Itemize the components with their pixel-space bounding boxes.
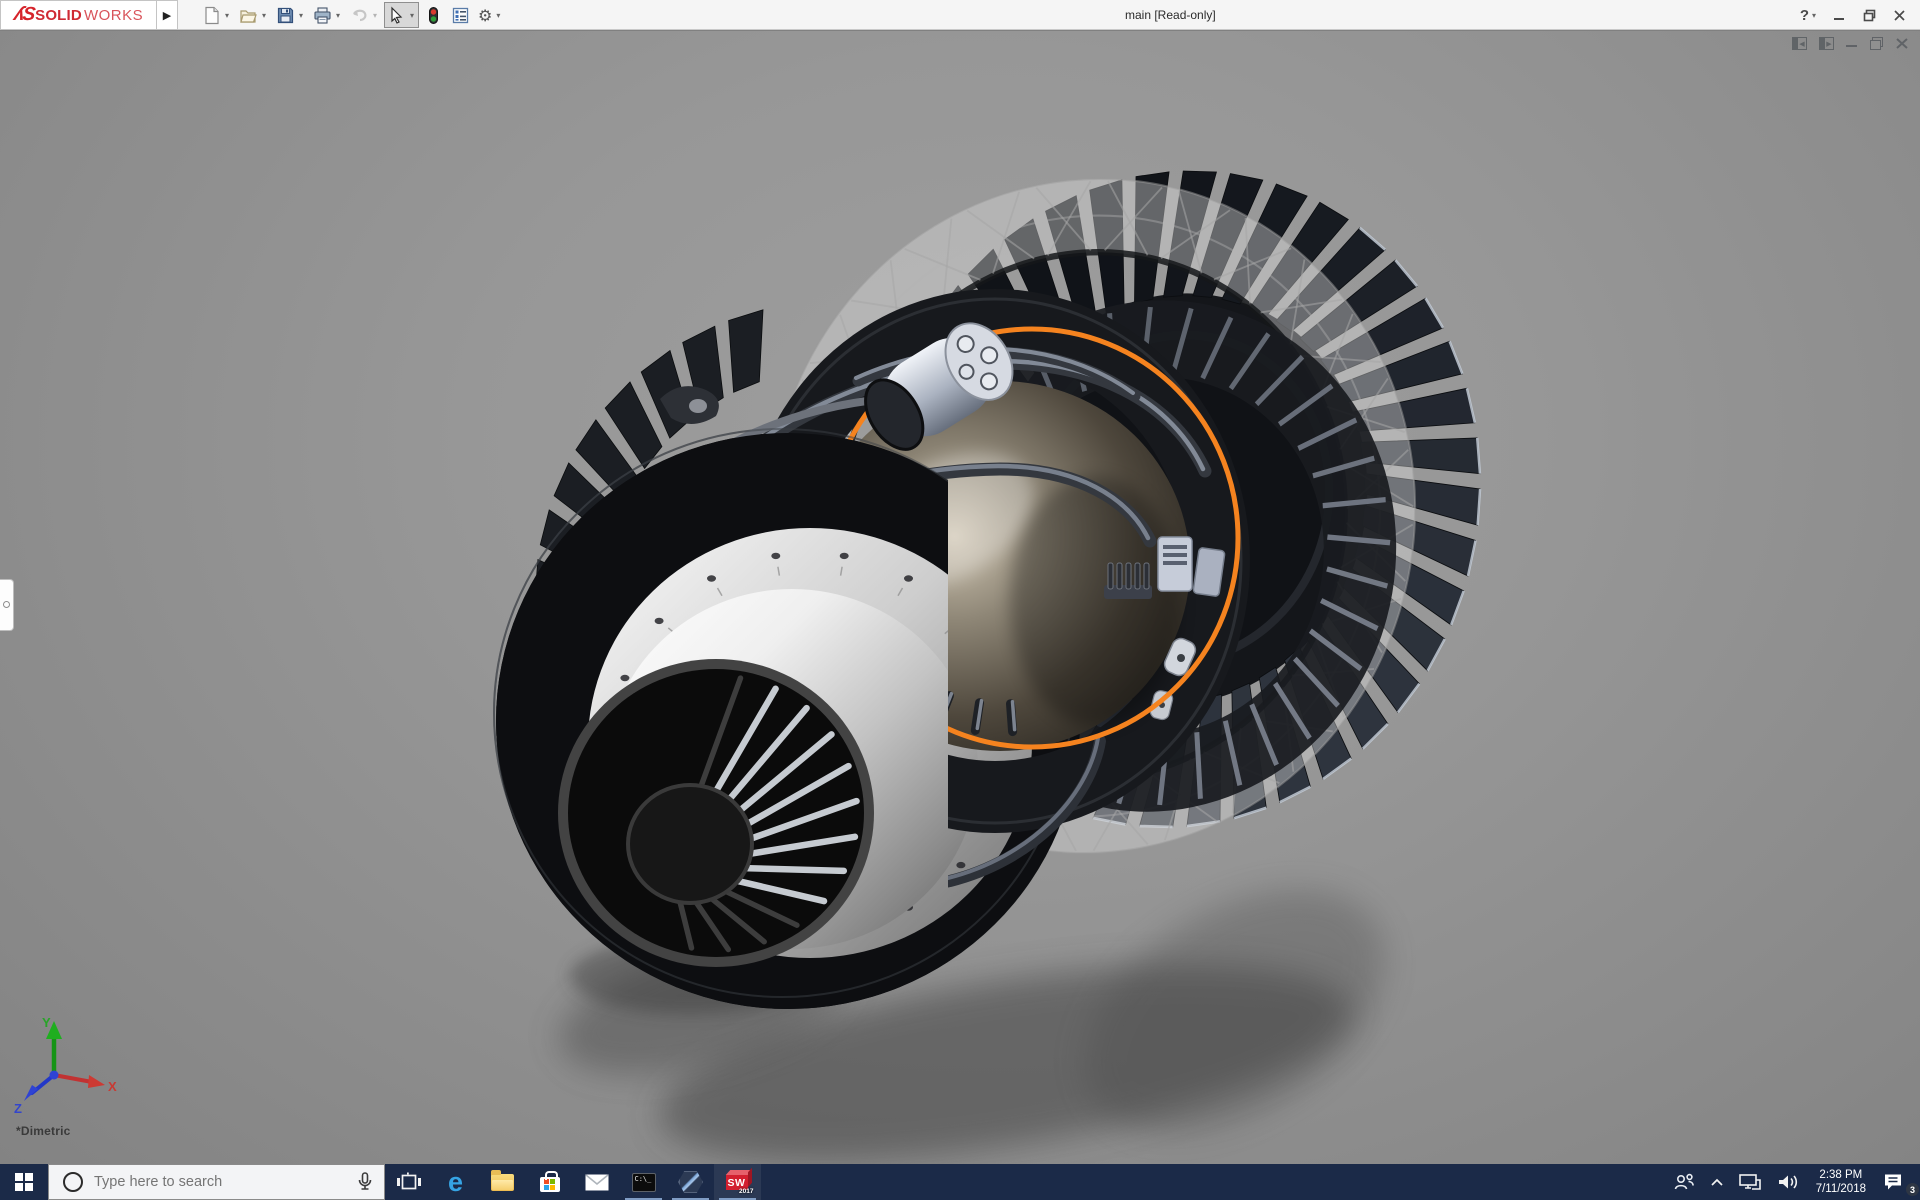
options-dropdown[interactable]: ▾: [494, 11, 502, 20]
mail-icon: [585, 1174, 609, 1191]
cortana-icon: [63, 1172, 83, 1192]
windows-taskbar: e C:\_ SW 2017: [0, 1164, 1920, 1200]
reference-triad[interactable]: Y X Z: [6, 1011, 126, 1116]
quick-access-toolbar: ▾ ▾ ▾ ▾: [198, 0, 506, 30]
document-window-controls: ◀ ▶: [1792, 37, 1910, 50]
command-prompt-button[interactable]: C:\_: [620, 1164, 667, 1200]
undo-dropdown[interactable]: ▾: [371, 11, 379, 20]
task-view-button[interactable]: [385, 1164, 432, 1200]
brand-name-bold: SOLID: [35, 7, 82, 24]
document-restore-button[interactable]: [1870, 37, 1883, 50]
save-floppy-icon: [276, 6, 295, 25]
tray-date: 7/11/2018: [1816, 1182, 1866, 1196]
action-center-button[interactable]: 3: [1875, 1164, 1920, 1200]
triad-x-label: X: [108, 1079, 117, 1094]
speaker-icon: [1776, 1173, 1800, 1191]
open-document-dropdown[interactable]: ▾: [260, 11, 268, 20]
microphone-icon[interactable]: [352, 1171, 378, 1193]
search-input[interactable]: [94, 1174, 352, 1190]
new-document-button[interactable]: ▾: [199, 2, 234, 28]
document-minimize-button[interactable]: [1846, 37, 1858, 50]
people-icon: [1672, 1172, 1696, 1192]
print-button[interactable]: ▾: [310, 2, 345, 28]
window-controls: ? ▾: [1800, 0, 1906, 30]
hidden-icons-button[interactable]: [1703, 1164, 1731, 1200]
save-dropdown[interactable]: ▾: [297, 11, 305, 20]
help-button[interactable]: ? ▾: [1800, 7, 1816, 24]
triad-y-label: Y: [42, 1015, 51, 1030]
file-properties-button[interactable]: [448, 2, 473, 28]
microsoft-store-icon: [540, 1177, 560, 1192]
pane-toggle-left-icon[interactable]: ◀: [1792, 37, 1807, 50]
pane-toggle-right-icon[interactable]: ▶: [1819, 37, 1834, 50]
ethernet-icon: [1738, 1173, 1762, 1191]
pin-icon: [3, 601, 10, 608]
command-prompt-glyph: C:\_: [635, 1175, 652, 1183]
clock[interactable]: 2:38 PM 7/11/2018: [1807, 1168, 1875, 1196]
select-tool-button[interactable]: ▾: [384, 2, 419, 28]
solidworks-icon-year: 2017: [739, 1188, 753, 1195]
hexagon-app-icon: [678, 1170, 704, 1194]
open-document-button[interactable]: ▾: [236, 2, 271, 28]
close-button[interactable]: [1893, 9, 1906, 22]
select-cursor-icon: [387, 6, 406, 25]
windows-logo-icon: [15, 1173, 33, 1191]
minimize-button[interactable]: [1833, 9, 1846, 22]
select-tool-dropdown[interactable]: ▾: [408, 11, 416, 20]
new-document-dropdown[interactable]: ▾: [223, 11, 231, 20]
hexagon-app-button[interactable]: [667, 1164, 714, 1200]
graphics-viewport[interactable]: ◀ ▶ Y X Z *Dimetric: [0, 30, 1920, 1164]
rebuild-stoplight-button[interactable]: [421, 2, 446, 28]
action-center-icon: [1882, 1172, 1906, 1192]
options-button[interactable]: ⚙ ▾: [475, 2, 505, 28]
open-folder-icon: [239, 6, 258, 25]
view-orientation-label: *Dimetric: [16, 1124, 71, 1138]
brand-name-light: WORKS: [84, 7, 143, 24]
people-button[interactable]: [1665, 1164, 1703, 1200]
help-icon: ?: [1800, 7, 1809, 24]
command-prompt-icon: C:\_: [632, 1173, 656, 1192]
undo-arrow-icon: [350, 6, 369, 25]
feature-manager-collapsed-tab[interactable]: [0, 579, 14, 631]
help-dropdown[interactable]: ▾: [1812, 11, 1816, 20]
restore-button[interactable]: [1863, 9, 1876, 22]
file-properties-icon: [451, 6, 470, 25]
store-button[interactable]: [526, 1164, 573, 1200]
tray-time: 2:38 PM: [1819, 1168, 1862, 1182]
expand-menu-arrow[interactable]: ▶: [157, 0, 178, 30]
file-explorer-button[interactable]: [479, 1164, 526, 1200]
edge-button[interactable]: e: [432, 1164, 479, 1200]
undo-button[interactable]: ▾: [347, 2, 382, 28]
taskbar-search[interactable]: [48, 1164, 385, 1200]
solidworks-icon-letters: SW: [728, 1177, 746, 1189]
chevron-up-icon: [1710, 1177, 1724, 1187]
network-button[interactable]: [1731, 1164, 1769, 1200]
triad-z-label: Z: [14, 1101, 22, 1116]
title-bar: ʎS SOLIDWORKS ▶ ▾ ▾ ▾: [0, 0, 1920, 30]
file-explorer-icon: [491, 1174, 514, 1191]
task-view-icon: [396, 1172, 422, 1192]
document-title: main [Read-only]: [1125, 8, 1216, 22]
notification-badge: 3: [1906, 1183, 1919, 1196]
print-dropdown[interactable]: ▾: [334, 11, 342, 20]
solidworks-2017-icon: SW 2017: [723, 1168, 753, 1196]
solidworks-logo[interactable]: ʎS SOLIDWORKS: [0, 0, 157, 30]
edge-icon: e: [448, 1169, 463, 1196]
dassault-3ds-logo-icon: ʎS: [12, 4, 34, 26]
system-tray: 2:38 PM 7/11/2018 3: [1665, 1164, 1920, 1200]
volume-button[interactable]: [1769, 1164, 1807, 1200]
printer-icon: [313, 6, 332, 25]
start-button[interactable]: [0, 1164, 48, 1200]
mail-button[interactable]: [573, 1164, 620, 1200]
save-button[interactable]: ▾: [273, 2, 308, 28]
document-close-button[interactable]: [1895, 37, 1910, 50]
gear-icon: ⚙: [478, 6, 492, 25]
stoplight-icon: [424, 6, 443, 25]
solidworks-app-button[interactable]: SW 2017: [714, 1164, 761, 1200]
new-document-icon: [202, 6, 221, 25]
jet-engine-3d-model[interactable]: [0, 31, 1920, 1165]
